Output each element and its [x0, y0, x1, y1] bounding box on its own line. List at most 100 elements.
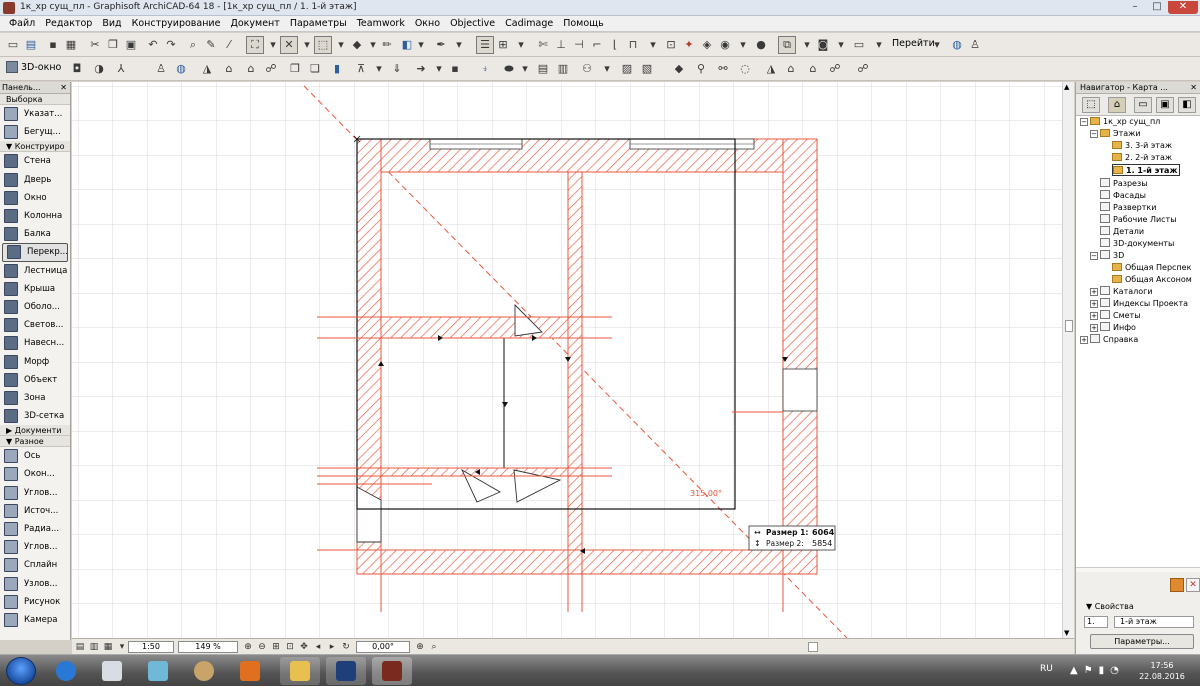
scissors-icon[interactable]: ✄: [536, 38, 550, 52]
cut-icon[interactable]: ✂: [88, 38, 102, 52]
find-select-icon[interactable]: ⌕: [186, 38, 200, 52]
dropdown-arrow-icon[interactable]: ▾: [366, 38, 380, 52]
horizontal-scroll-thumb[interactable]: [808, 642, 818, 652]
orientation-field[interactable]: 0,00°: [356, 641, 410, 653]
copy-view-icon[interactable]: ❐: [288, 62, 302, 76]
walk-icon[interactable]: ♙: [154, 62, 168, 76]
tree-interior-elevations[interactable]: Развертки: [1100, 202, 1156, 214]
offset-icon[interactable]: ⌊: [608, 38, 622, 52]
note-icon[interactable]: ▮: [330, 62, 344, 76]
window-right[interactable]: [782, 368, 818, 412]
pen-icon[interactable]: ✒: [434, 38, 448, 52]
tool-angle[interactable]: Углов...: [0, 538, 70, 556]
section-misc[interactable]: ▼ Разное: [0, 436, 70, 448]
marker-icon[interactable]: ⍖: [478, 62, 492, 76]
arrow-right-icon[interactable]: ➜: [414, 62, 428, 76]
mirror-icon[interactable]: ◈: [700, 38, 714, 52]
tab-publisher[interactable]: ▣: [1156, 97, 1174, 113]
properties-label[interactable]: ▼ Свойства: [1086, 602, 1134, 611]
dropdown-arrow-icon[interactable]: ▾: [834, 38, 848, 52]
tool-spline[interactable]: Сплайн: [0, 556, 70, 574]
zoom-window-icon[interactable]: ⊞: [270, 641, 282, 653]
people-icon[interactable]: ☍: [828, 62, 842, 76]
tool-radial[interactable]: Радиа...: [0, 520, 70, 538]
dropdown-arrow-icon[interactable]: ▾: [518, 62, 532, 76]
syringe-icon[interactable]: ⁄: [222, 38, 236, 52]
rotate-icon[interactable]: ◉: [718, 38, 732, 52]
taskbar-calculator[interactable]: [92, 657, 132, 685]
minimize-button[interactable]: –: [1124, 1, 1146, 14]
menu-objective[interactable]: Objective: [445, 16, 500, 32]
dropdown-arrow-icon[interactable]: ▾: [372, 62, 386, 76]
globe-icon[interactable]: ◍: [950, 38, 964, 52]
people-icon[interactable]: ☍: [264, 62, 278, 76]
open-file-icon[interactable]: ▤: [24, 38, 38, 52]
orbit-icon[interactable]: ◑: [92, 62, 106, 76]
fit-window-icon[interactable]: ⊡: [284, 641, 296, 653]
dropdown-arrow-icon[interactable]: ▾: [514, 38, 528, 52]
tree-floors[interactable]: − Этажи: [1090, 128, 1141, 140]
start-button[interactable]: [6, 657, 36, 685]
collapse-icon[interactable]: −: [1090, 130, 1098, 138]
dropdown-arrow-icon[interactable]: ▾: [872, 38, 886, 52]
tree-3d[interactable]: − 3D: [1090, 250, 1124, 262]
tool-figure[interactable]: Рисунок: [0, 593, 70, 611]
wall-bottom[interactable]: [356, 549, 818, 575]
marquee-icon[interactable]: ⬚: [314, 36, 332, 54]
dropdown-arrow-icon[interactable]: ▾: [300, 38, 314, 52]
floor-up-icon[interactable]: ◮: [764, 62, 778, 76]
point-icon[interactable]: ◆: [672, 62, 686, 76]
delete-icon[interactable]: ✕: [1186, 578, 1200, 592]
tool-window-misc[interactable]: Окон...: [0, 465, 70, 483]
tree-3d-documents[interactable]: 3D-документы: [1100, 238, 1174, 250]
plan-icon[interactable]: ⊞: [496, 38, 510, 52]
tree-perspective[interactable]: Общая Перспек: [1112, 262, 1191, 274]
view-icon[interactable]: ⧉: [778, 36, 796, 54]
search-icon[interactable]: ⌕: [428, 641, 440, 653]
dropdown-arrow-icon[interactable]: ▾: [432, 62, 446, 76]
paste-view-icon[interactable]: ❏: [308, 62, 322, 76]
previous-zoom-icon[interactable]: ◂: [312, 641, 324, 653]
pan-icon[interactable]: ✥: [298, 641, 310, 653]
plan-canvas[interactable]: 315,00° ↔ Размер 1: 6064 ↕ Размер 2: 585…: [72, 82, 1062, 638]
solid-icon[interactable]: ⬬: [502, 62, 516, 76]
tool-door[interactable]: Дверь: [0, 171, 70, 189]
menu-edit[interactable]: Редактор: [40, 16, 97, 32]
tool-beam[interactable]: Балка: [0, 225, 70, 243]
tab-organizer[interactable]: ◧: [1178, 97, 1196, 113]
rotate-view-icon[interactable]: ↻: [340, 641, 352, 653]
tool-marquee[interactable]: Бегущ...: [0, 123, 70, 141]
section-document[interactable]: ▶ Документи: [0, 425, 70, 437]
tool-window[interactable]: Окно: [0, 189, 70, 207]
tree-help[interactable]: + Справка: [1080, 334, 1138, 346]
layers-icon[interactable]: ◧: [400, 38, 414, 52]
close-window-button[interactable]: ✕: [1168, 1, 1198, 14]
menu-options[interactable]: Параметры: [285, 16, 352, 32]
scroll-thumb[interactable]: [1065, 320, 1073, 332]
dropdown-arrow-icon[interactable]: ▾: [334, 38, 348, 52]
scale-field[interactable]: 1:50: [128, 641, 174, 653]
grid-icon[interactable]: ⊡: [664, 38, 678, 52]
sphere-icon[interactable]: ●: [754, 38, 768, 52]
size2-value[interactable]: 5854: [812, 539, 832, 548]
axis-icon[interactable]: ⅄: [114, 62, 128, 76]
dropdown-arrow-icon[interactable]: ▾: [116, 641, 128, 653]
link-icon[interactable]: ⚯: [716, 62, 730, 76]
view-set-icon[interactable]: ▦: [102, 641, 114, 653]
tab-layout-book[interactable]: ▭: [1134, 97, 1152, 113]
tool-camera[interactable]: Камера: [0, 611, 70, 629]
next-zoom-icon[interactable]: ▸: [326, 641, 338, 653]
property-name-field[interactable]: 1-й этаж: [1114, 616, 1194, 628]
house-icon[interactable]: ⌂: [784, 62, 798, 76]
table-icon[interactable]: ▤: [536, 62, 550, 76]
section-construct[interactable]: ▼ Конструиро: [0, 141, 70, 153]
split-icon[interactable]: ⊥: [554, 38, 568, 52]
collapse-icon[interactable]: −: [1080, 118, 1088, 126]
camera-icon[interactable]: ◙: [816, 38, 830, 52]
gravity-icon[interactable]: ◆: [350, 38, 364, 52]
connect-icon[interactable]: ⚇: [580, 62, 594, 76]
expand-icon[interactable]: +: [1090, 300, 1098, 308]
tool-column[interactable]: Колонна: [0, 207, 70, 225]
fillet-icon[interactable]: ⌐: [590, 38, 604, 52]
scroll-down-icon[interactable]: ▼: [1064, 629, 1069, 637]
